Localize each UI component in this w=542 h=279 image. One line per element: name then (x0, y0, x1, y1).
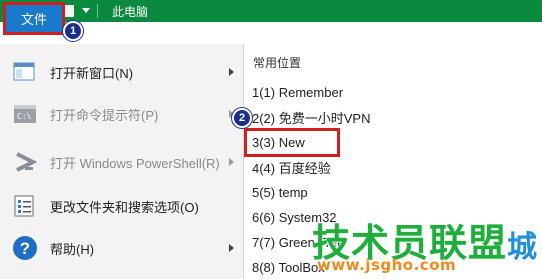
file-menu-commands: 打开新窗口(N) C:\ 打开命令提示符(P) 打开 Windows Power… (0, 44, 244, 279)
step-badge-1: 1 (63, 21, 83, 41)
new-window-icon (12, 59, 38, 85)
watermark-extra-text: 城 (507, 230, 537, 265)
window-title: 此电脑 (112, 4, 149, 19)
title-separator (97, 4, 98, 18)
menu-label: 帮助(H) (50, 241, 95, 257)
watermark-url: www.jsgho.com (317, 256, 457, 274)
customize-dropdown-icon[interactable] (81, 4, 91, 18)
menu-item-folder-options[interactable]: 更改文件夹和搜索选项(O) (0, 186, 244, 226)
menu-item-open-new-window[interactable]: 打开新窗口(N) (0, 52, 244, 92)
help-icon: ? (12, 235, 38, 261)
powershell-icon (12, 149, 38, 175)
svg-text:C:\: C:\ (17, 112, 32, 121)
menu-item-help[interactable]: ? 帮助(H) (0, 228, 244, 268)
watermark: 技术员联盟 城 www.jsgho.com (312, 212, 542, 279)
submenu-arrow-icon (229, 68, 234, 76)
annotation-highlight-box (244, 128, 340, 157)
menu-item-open-powershell[interactable]: 打开 Windows PowerShell(R) (0, 142, 244, 182)
step-badge-2: 2 (232, 108, 252, 128)
new-folder-icon[interactable] (61, 4, 77, 18)
svg-text:?: ? (20, 239, 30, 258)
submenu-arrow-icon (229, 244, 234, 252)
menu-label: 打开命令提示符(P) (50, 107, 159, 123)
title-bar: 此电脑 (0, 0, 542, 22)
recent-item[interactable]: 1(1) Remember (252, 81, 542, 103)
file-tab[interactable]: 文件 (3, 2, 65, 35)
submenu-arrow-icon (229, 158, 234, 166)
recent-item[interactable]: 5(5) temp (252, 181, 542, 203)
frequent-places-heading: 常用位置 (253, 56, 302, 70)
menu-item-open-command-prompt[interactable]: C:\ 打开命令提示符(P) (0, 94, 244, 134)
menu-label: 打开 Windows PowerShell(R) (50, 155, 220, 171)
recent-item[interactable]: 4(4) 百度经验 (252, 156, 542, 178)
command-prompt-icon: C:\ (12, 101, 38, 127)
menu-label: 更改文件夹和搜索选项(O) (50, 199, 199, 215)
recent-item[interactable]: 2(2) 免费一小时VPN (252, 106, 542, 128)
menu-label: 打开新窗口(N) (50, 65, 134, 81)
folder-options-icon (12, 193, 38, 219)
